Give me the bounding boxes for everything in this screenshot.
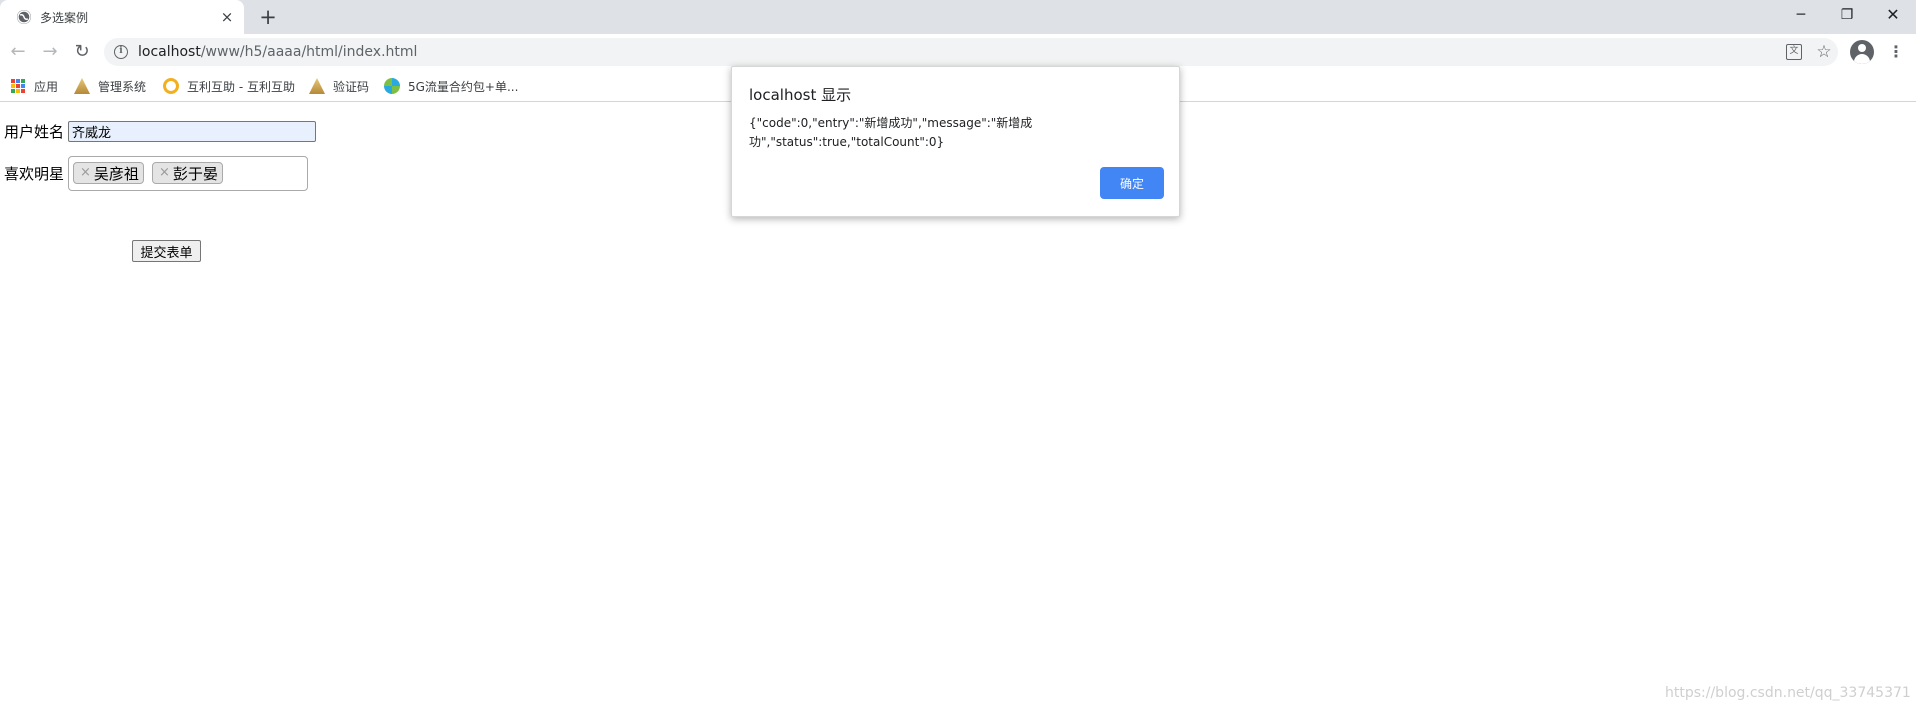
apps-grid-dot [16, 79, 20, 83]
globe-favicon-icon [17, 10, 31, 24]
stars-row: 喜欢明星 × 吴彦祖 × 彭于晏 [4, 156, 309, 191]
chip-remove-icon[interactable]: × [159, 162, 170, 184]
back-button[interactable]: ← [4, 38, 32, 66]
chip-label: 彭于晏 [172, 164, 218, 183]
bookmark-mutual-help[interactable]: 互利互助 - 互利互助 [163, 77, 295, 95]
address-bar[interactable]: i localhost/www/h5/aaaa/html/index.html … [104, 38, 1838, 66]
chip-remove-icon[interactable]: × [80, 162, 91, 184]
browser-menu-icon[interactable]: ⋮ [1884, 38, 1908, 66]
bookmark-doc-icon [309, 78, 325, 94]
bookmark-label: 互利互助 - 互利互助 [187, 79, 295, 94]
apps-grid-dot [16, 84, 20, 88]
tab-title: 多选案例 [40, 11, 89, 25]
browser-toolbar: ← → ↻ i localhost/www/h5/aaaa/html/index… [0, 34, 1916, 70]
swirl-icon [163, 78, 179, 94]
bookmark-captcha[interactable]: 验证码 [309, 77, 369, 95]
bookmark-label: 应用 [34, 79, 59, 94]
name-input[interactable] [68, 121, 317, 142]
bookmark-label: 管理系统 [98, 79, 147, 94]
apps-grid-dot [11, 89, 15, 93]
profile-avatar-icon[interactable] [1850, 40, 1874, 64]
forward-button[interactable]: → [36, 38, 64, 66]
submit-form-button[interactable]: 提交表单 [132, 240, 201, 262]
url-path: /www/h5/aaaa/html/index.html [200, 44, 418, 60]
window-minimize-button[interactable]: ─ [1778, 0, 1824, 30]
selected-chip: × 吴彦祖 [73, 162, 144, 184]
reload-button[interactable]: ↻ [68, 38, 96, 66]
bookmark-label: 验证码 [333, 79, 370, 94]
name-row: 用户姓名 [4, 121, 317, 142]
new-tab-button[interactable]: + [256, 5, 280, 29]
bookmark-apps[interactable]: 应用 [10, 77, 58, 95]
apps-grid-dot [21, 79, 25, 83]
bookmark-star-icon[interactable]: ☆ [1814, 42, 1834, 62]
bookmark-doc-icon [74, 78, 90, 94]
url-host: localhost [138, 44, 201, 60]
bookmark-label: 5G流量合约包+单... [408, 79, 519, 94]
site-info-icon[interactable]: i [114, 45, 128, 59]
dialog-title: localhost 显示 [749, 86, 852, 104]
stars-label: 喜欢明星 [4, 165, 65, 183]
alert-dialog: localhost 显示 {"code":0,"entry":"新增成功","m… [731, 66, 1180, 217]
apps-grid-dot [16, 89, 20, 93]
tab-strip: 多选案例 × + ─ ❐ ✕ [0, 0, 1916, 34]
bookmark-admin-system[interactable]: 管理系统 [74, 77, 146, 95]
name-label: 用户姓名 [4, 123, 65, 141]
dialog-ok-button[interactable]: 确定 [1100, 167, 1164, 199]
window-restore-button[interactable]: ❐ [1824, 0, 1870, 30]
apps-grid-dot [21, 89, 25, 93]
bookmark-5g-package[interactable]: 5G流量合约包+单... [384, 77, 518, 95]
window-close-button[interactable]: ✕ [1870, 0, 1916, 30]
apps-grid-dot [11, 84, 15, 88]
globe-icon [384, 78, 400, 94]
watermark: https://blog.csdn.net/qq_33745371 [1665, 685, 1911, 701]
chip-label: 吴彦祖 [93, 164, 139, 183]
selected-chip: × 彭于晏 [152, 162, 223, 184]
stars-multiselect[interactable]: × 吴彦祖 × 彭于晏 [68, 156, 309, 191]
apps-grid-dot [11, 79, 15, 83]
tab-close-icon[interactable]: × [218, 8, 236, 26]
dialog-message: {"code":0,"entry":"新增成功","message":"新增成功… [749, 116, 1033, 149]
apps-grid-icon [10, 78, 26, 94]
apps-grid-dot [21, 84, 25, 88]
translate-icon[interactable]: 文 [1786, 44, 1802, 60]
tab-active[interactable]: 多选案例 × [0, 0, 244, 34]
url-text[interactable]: localhost/www/h5/aaaa/html/index.html [138, 44, 417, 60]
